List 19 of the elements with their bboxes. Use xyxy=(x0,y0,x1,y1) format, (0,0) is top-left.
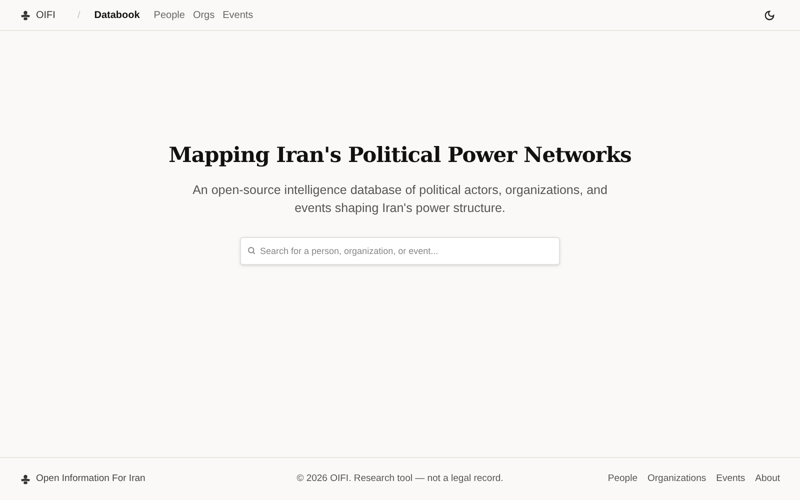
footer-link[interactable]: People xyxy=(608,472,638,486)
nav-link[interactable]: People xyxy=(154,8,185,22)
logo-icon xyxy=(20,10,31,20)
hero-subtitle: An open-source intelligence database of political actors, organizations, and events shaping Iran's power structure. xyxy=(192,182,608,216)
nav-link[interactable]: Orgs xyxy=(192,8,215,22)
logo-icon xyxy=(20,474,31,484)
footer-link[interactable]: Organizations xyxy=(648,472,706,486)
copyright-text: © 2026 OIFI. Research tool — not a legal record. xyxy=(296,472,504,486)
separator: / xyxy=(77,8,80,22)
nav-link[interactable]: Databook xyxy=(94,8,140,22)
brand-name[interactable]: OIFI xyxy=(36,8,56,22)
nav-link[interactable]: Events xyxy=(222,8,254,22)
footer-brand: Open Information For Iran xyxy=(36,472,146,486)
search-field[interactable]: Search for a person, organization, or event... xyxy=(240,236,560,264)
footer-link[interactable]: Events xyxy=(716,472,746,486)
search-icon xyxy=(247,246,256,255)
hero-title: Mapping Iran's Political Power Networks xyxy=(168,141,632,169)
moon-icon[interactable] xyxy=(764,10,775,20)
footer-link[interactable]: About xyxy=(755,472,780,486)
